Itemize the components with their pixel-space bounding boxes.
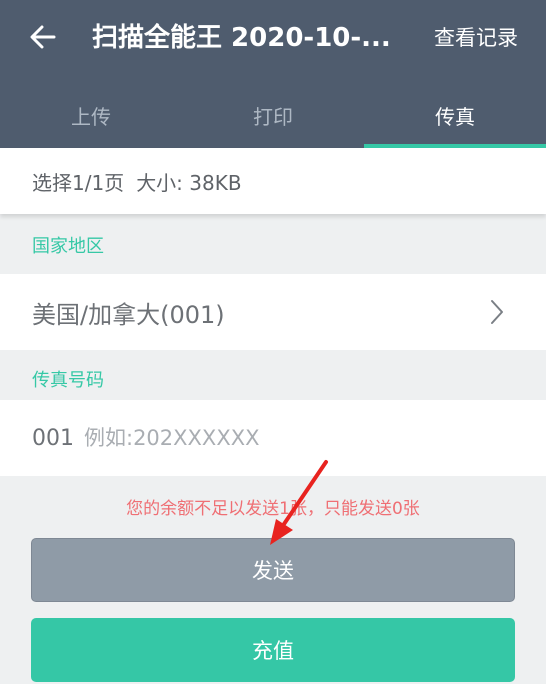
send-button[interactable]: 发送	[31, 538, 515, 602]
page-title: 扫描全能王 2020-10-...	[92, 23, 391, 53]
app-header: 扫描全能王 2020-10-... 查看记录 上传 打印 传真	[0, 0, 546, 148]
country-section-label: 国家地区	[32, 236, 104, 257]
country-value: 美国/加拿大(001)	[32, 300, 225, 329]
balance-warning-text: 您的余额不足以发送1张，只能发送0张	[126, 499, 420, 519]
view-history-button[interactable]: 查看记录	[434, 22, 518, 54]
chevron-right-icon	[491, 300, 503, 324]
file-size-text: 大小: 38KB	[136, 170, 242, 195]
tab-print[interactable]: 打印	[182, 82, 364, 148]
fax-country-code: 001	[32, 425, 74, 451]
tab-bar: 上传 打印 传真	[0, 82, 546, 148]
selected-pages-text: 选择1/1页	[32, 170, 125, 195]
recharge-button[interactable]: 充值	[31, 618, 515, 682]
country-selector[interactable]: 美国/加拿大(001)	[0, 274, 546, 350]
tab-fax[interactable]: 传真	[364, 82, 546, 148]
fax-number-row: 001	[0, 400, 546, 476]
back-button[interactable]	[26, 20, 60, 54]
selection-info-bar: 选择1/1页 大小: 38KB	[0, 148, 546, 214]
tab-upload[interactable]: 上传	[0, 82, 182, 148]
arrow-left-icon	[30, 25, 56, 49]
fax-section-label: 传真号码	[32, 370, 104, 391]
fax-number-input[interactable]	[84, 426, 464, 450]
